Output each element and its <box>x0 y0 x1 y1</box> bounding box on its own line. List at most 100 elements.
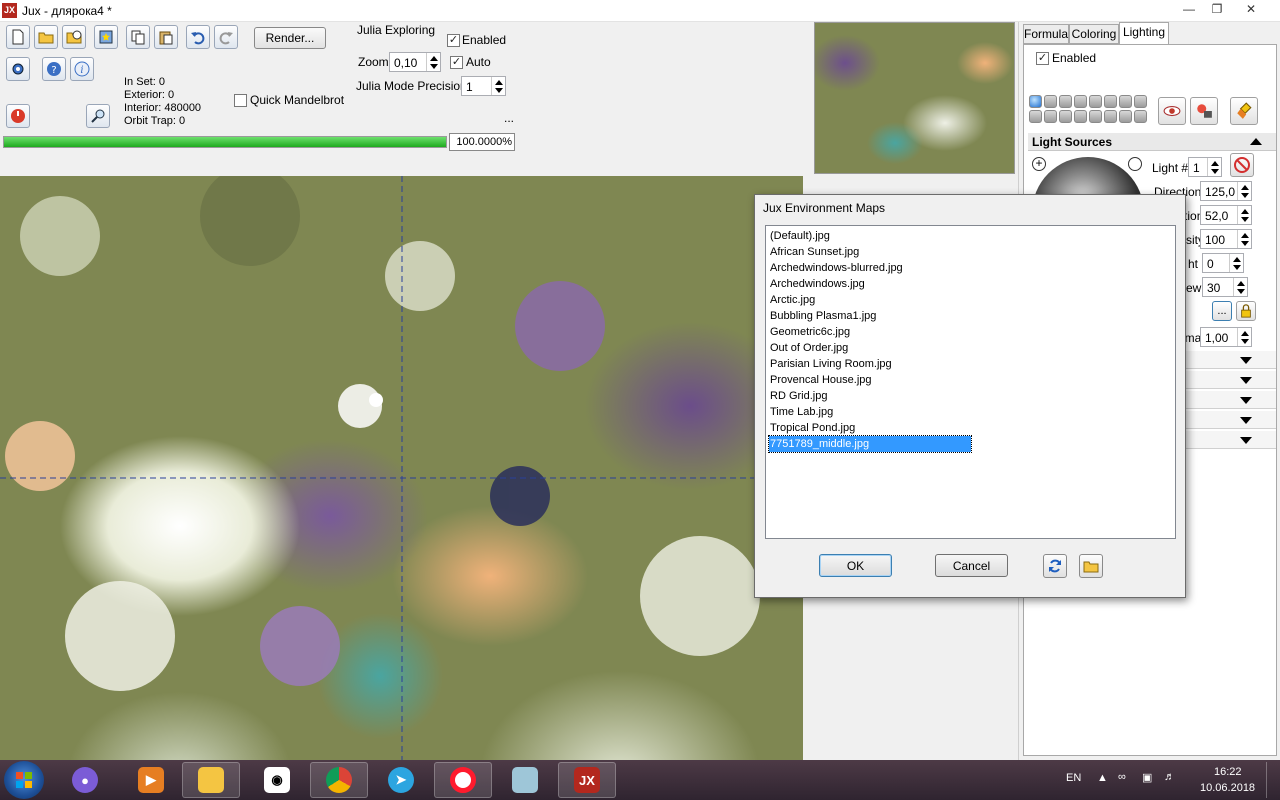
taskbar-media-player[interactable]: ▶ <box>122 762 180 798</box>
zoom-tool-button[interactable] <box>86 104 110 128</box>
tray-sync-icon[interactable]: ∞ <box>1118 771 1126 783</box>
elevation-stepper[interactable]: 52,0 <box>1200 205 1252 225</box>
file-list-item[interactable]: Geometric6c.jpg <box>769 324 971 340</box>
copy-button[interactable] <box>126 25 150 49</box>
taskbar-jux[interactable]: JX <box>558 762 616 798</box>
file-list-item[interactable]: 7751789_middle.jpg <box>768 435 972 453</box>
light-marker[interactable] <box>369 393 383 407</box>
refresh-button[interactable] <box>1043 554 1067 578</box>
favorites-button[interactable] <box>94 25 118 49</box>
taskbar-file-explorer[interactable] <box>182 762 240 798</box>
network-icon[interactable]: ▣ <box>1142 771 1152 784</box>
light-preset-swatch[interactable] <box>1059 95 1072 108</box>
elevation-arrows[interactable] <box>1237 206 1251 224</box>
height-arrows[interactable] <box>1229 254 1243 272</box>
taskbar-chrome[interactable] <box>310 762 368 798</box>
light-number-stepper[interactable]: 1 <box>1188 157 1222 177</box>
zoom-stepper[interactable]: 0,10 <box>389 52 441 72</box>
taskbar-opera[interactable] <box>434 762 492 798</box>
file-list-item[interactable]: Archedwindows.jpg <box>769 276 971 292</box>
gamma-stepper[interactable]: 1,00 <box>1200 327 1252 347</box>
tab-formula[interactable]: Formula <box>1023 24 1069 44</box>
julia-precision-stepper[interactable]: 1 <box>461 76 506 96</box>
light-preset-swatch[interactable] <box>1134 95 1147 108</box>
fractal-canvas[interactable] <box>0 176 803 760</box>
taskbar-voice-assistant[interactable]: ● <box>56 762 114 798</box>
direction-stepper[interactable]: 125,0 <box>1200 181 1252 201</box>
add-light-icon[interactable]: + <box>1032 157 1046 171</box>
julia-more-link[interactable]: ... <box>504 111 514 125</box>
taskbar-notes[interactable] <box>496 762 554 798</box>
environment-file-list[interactable]: (Default).jpg African Sunset.jpg Archedwin… <box>765 225 1176 539</box>
light-preset-swatch[interactable] <box>1074 110 1087 123</box>
new-file-button[interactable] <box>6 25 30 49</box>
file-list-item[interactable]: Time Lab.jpg <box>769 404 971 420</box>
browse-environment-button[interactable]: ... <box>1212 301 1232 321</box>
light-preset-swatch[interactable] <box>1104 95 1117 108</box>
light-sources-header[interactable]: Light Sources <box>1028 133 1276 151</box>
file-list-item[interactable]: Out of Order.jpg <box>769 340 971 356</box>
light-preset-swatch[interactable] <box>1119 110 1132 123</box>
light-number-arrows[interactable] <box>1207 158 1221 176</box>
ok-button[interactable]: OK <box>819 554 892 577</box>
collapse-up-icon[interactable] <box>1250 138 1262 145</box>
file-list-item[interactable]: Arctic.jpg <box>769 292 971 308</box>
preview-light-button[interactable] <box>1158 97 1186 125</box>
undo-button[interactable] <box>186 25 210 49</box>
tray-expand-icon[interactable]: ▲ <box>1097 772 1108 784</box>
clock-date[interactable]: 10.06.2018 <box>1200 782 1255 794</box>
light-preset-swatch[interactable] <box>1029 110 1042 123</box>
julia-auto-checkbox[interactable]: ✓ <box>450 56 463 69</box>
light-preset-swatch[interactable] <box>1044 95 1057 108</box>
light-preset-swatch[interactable] <box>1029 95 1042 108</box>
preview-thumbnail[interactable] <box>814 22 1015 174</box>
view-arrows[interactable] <box>1233 278 1247 296</box>
clear-lighting-button[interactable] <box>1230 97 1258 125</box>
taskbar-app-panda[interactable]: ◉ <box>248 762 306 798</box>
help-button[interactable]: ? <box>42 57 66 81</box>
stop-button[interactable] <box>6 104 30 128</box>
light-preset-swatch[interactable] <box>1089 95 1102 108</box>
file-list-item[interactable]: African Sunset.jpg <box>769 244 971 260</box>
language-indicator[interactable]: EN <box>1066 772 1081 784</box>
info-button[interactable]: i <box>70 57 94 81</box>
light-preset-swatch[interactable] <box>1119 95 1132 108</box>
file-list-item[interactable]: RD Grid.jpg <box>769 388 971 404</box>
light-settings-button[interactable] <box>1190 97 1218 125</box>
paste-button[interactable] <box>154 25 178 49</box>
julia-enabled-checkbox[interactable]: ✓ <box>447 34 460 47</box>
minimize-button[interactable]: — <box>1174 0 1204 18</box>
light-preset-swatch[interactable] <box>1134 110 1147 123</box>
file-list-item[interactable]: (Default).jpg <box>769 228 971 244</box>
delete-light-button[interactable] <box>1230 153 1254 177</box>
restore-button[interactable]: ❐ <box>1202 0 1232 18</box>
redo-button[interactable] <box>214 25 238 49</box>
lock-button[interactable] <box>1236 301 1256 321</box>
view-stepper[interactable]: 30 <box>1202 277 1248 297</box>
light-position-icon[interactable] <box>1128 157 1142 171</box>
light-preset-swatch[interactable] <box>1089 110 1102 123</box>
zoom-stepper-arrows[interactable] <box>426 53 440 71</box>
light-preset-swatch[interactable] <box>1059 110 1072 123</box>
intensity-arrows[interactable] <box>1237 230 1251 248</box>
file-list-item[interactable]: Bubbling Plasma1.jpg <box>769 308 971 324</box>
direction-arrows[interactable] <box>1237 182 1251 200</box>
gamma-arrows[interactable] <box>1237 328 1251 346</box>
lighting-enabled-checkbox[interactable]: ✓ <box>1036 52 1049 65</box>
file-list-item[interactable]: Parisian Living Room.jpg <box>769 356 971 372</box>
close-button[interactable]: ✕ <box>1236 0 1266 18</box>
light-preset-swatch[interactable] <box>1104 110 1117 123</box>
file-list-item[interactable]: Provencal House.jpg <box>769 372 971 388</box>
settings-button[interactable] <box>6 57 30 81</box>
height-stepper[interactable]: 0 <box>1202 253 1244 273</box>
intensity-stepper[interactable]: 100 <box>1200 229 1252 249</box>
light-preset-swatch[interactable] <box>1044 110 1057 123</box>
open-folder-button[interactable] <box>1079 554 1103 578</box>
precision-stepper-arrows[interactable] <box>491 77 505 95</box>
file-list-item[interactable]: Tropical Pond.jpg <box>769 420 971 436</box>
volume-icon[interactable]: ♬ <box>1164 771 1175 783</box>
show-desktop-button[interactable] <box>1266 762 1278 798</box>
tab-lighting[interactable]: Lighting <box>1119 22 1169 45</box>
start-button[interactable] <box>4 761 44 799</box>
open-file-button[interactable] <box>34 25 58 49</box>
